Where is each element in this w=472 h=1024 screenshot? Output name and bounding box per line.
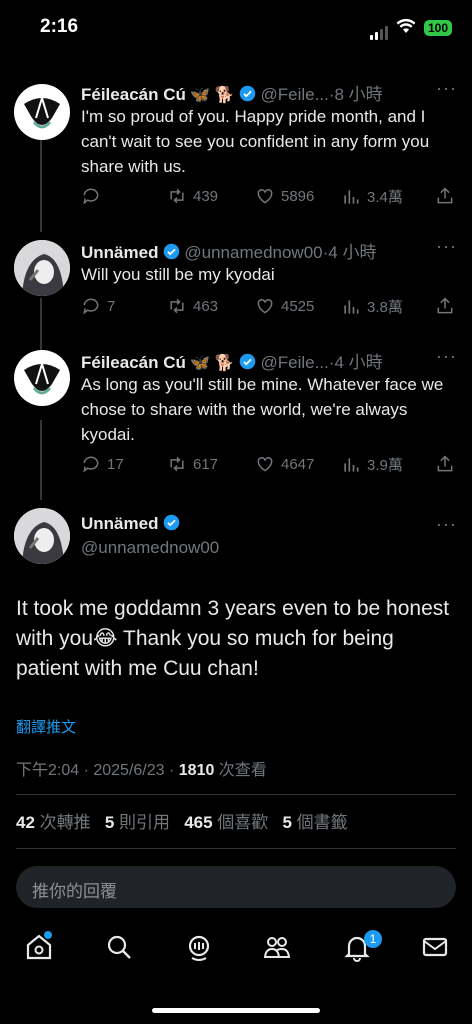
reply-icon [83, 298, 99, 315]
reply-placeholder: 推你的回覆 [32, 882, 117, 901]
name-emojis: 🦋 🐕 [190, 355, 235, 372]
tweet-header: Féileacán Cú 🦋 🐕 @Feile...·8 小時 [81, 80, 451, 105]
translate-link[interactable]: 翻譯推文 [16, 716, 76, 737]
grok-icon[interactable] [184, 932, 214, 962]
display-name[interactable]: Unnämed [81, 243, 158, 262]
reply-button[interactable]: 17 [81, 454, 124, 474]
tweet-time: ·4 小時 [322, 243, 377, 262]
views-button[interactable]: 3.8萬 [341, 296, 403, 317]
retweet-button[interactable]: 463 [167, 296, 218, 316]
more-options-icon[interactable]: ··· [436, 78, 457, 99]
reply-icon [83, 456, 99, 473]
bookmarks-stat[interactable]: 5 個書籤 [282, 813, 347, 832]
tweet-text: Will you still be my kyodai [81, 265, 275, 284]
tweet-header: Féileacán Cú 🦋 🐕 @Feile...·4 小時 [81, 348, 451, 373]
tweet-text: As long as you'll still be mine. Whateve… [81, 375, 444, 444]
main-tweet-text: It took me goddamn 3 years even to be ho… [16, 597, 450, 680]
handle[interactable]: @Feile... [261, 85, 329, 104]
views-button[interactable]: 3.9萬 [341, 454, 403, 475]
avatar[interactable] [14, 240, 70, 296]
views-icon [344, 457, 359, 472]
reply-icon [83, 188, 99, 205]
tweet-time: ·4 小時 [328, 353, 383, 372]
verified-badge-icon [163, 514, 180, 531]
communities-icon[interactable] [262, 932, 292, 962]
engagement-stats: 42 次轉推 5 則引用 465 個喜歡 5 個書籤 [16, 808, 348, 833]
retweet-button[interactable]: 617 [167, 454, 218, 474]
more-options-icon[interactable]: ··· [436, 514, 457, 535]
retweet-button[interactable]: 439 [167, 186, 218, 206]
views-icon [344, 299, 359, 314]
thread-line [40, 298, 42, 350]
likes-stat[interactable]: 465 個喜歡 [184, 813, 268, 832]
verified-badge-icon [239, 353, 256, 370]
reply-button[interactable]: 7 [81, 296, 115, 316]
name-emojis: 🦋 🐕 [190, 87, 235, 104]
share-button[interactable] [435, 454, 455, 474]
views-count: 1810 [178, 762, 215, 779]
avatar[interactable] [14, 84, 70, 140]
heart-icon [257, 188, 273, 204]
retweet-icon [170, 188, 184, 204]
share-icon [437, 297, 453, 314]
handle[interactable]: @unnamednow00 [184, 243, 322, 262]
heart-icon [257, 456, 273, 472]
thread-line [40, 140, 42, 232]
divider [16, 794, 456, 795]
views-button[interactable]: 3.4萬 [341, 186, 403, 207]
tweet-actions: 439 5896 3.4萬 [81, 186, 461, 210]
like-button[interactable]: 5896 [255, 186, 314, 206]
quotes-stat[interactable]: 5 則引用 [105, 813, 170, 832]
status-bar: 2:16 100 [0, 0, 472, 56]
tweet-meta: 下午2:04 · 2025/6/23 · 1810 次查看 [16, 756, 267, 780]
search-icon[interactable] [104, 932, 134, 962]
messages-icon[interactable] [420, 932, 450, 962]
tweet-actions: 17 617 4647 3.9萬 [81, 454, 461, 478]
handle[interactable]: @Feile... [261, 353, 329, 372]
more-options-icon[interactable]: ··· [436, 346, 457, 367]
retweet-icon [170, 456, 184, 472]
like-button[interactable]: 4647 [255, 454, 314, 474]
verified-badge-icon [239, 85, 256, 102]
home-unread-dot [44, 931, 52, 939]
share-icon [437, 187, 453, 204]
thread-line [40, 420, 42, 500]
share-icon [437, 455, 453, 472]
share-button[interactable] [435, 296, 455, 316]
reply-button[interactable] [81, 186, 107, 206]
avatar[interactable] [14, 350, 70, 406]
tweet-header: Unnämed @unnamednow00·4 小時 [81, 238, 451, 263]
main-tweet-author[interactable]: Unnämed [81, 514, 180, 534]
home-indicator [152, 1008, 320, 1013]
battery-indicator: 100 [424, 20, 452, 36]
wifi-icon [396, 18, 416, 33]
retweets-stat[interactable]: 42 次轉推 [16, 813, 91, 832]
tweet-actions: 7 463 4525 3.8萬 [81, 296, 461, 320]
heart-icon [257, 298, 273, 314]
views-label: 次查看 [214, 762, 267, 779]
divider [16, 848, 456, 849]
tweet-text: I'm so proud of you. Happy pride month, … [81, 107, 430, 176]
verified-badge-icon [163, 243, 180, 260]
retweet-icon [170, 298, 184, 314]
display-name[interactable]: Féileacán Cú [81, 85, 186, 104]
views-icon [344, 189, 359, 204]
notification-badge: 1 [364, 930, 382, 948]
share-button[interactable] [435, 186, 455, 206]
like-button[interactable]: 4525 [255, 296, 314, 316]
status-time: 2:16 [40, 16, 79, 37]
tweet-time: ·8 小時 [328, 85, 383, 104]
handle[interactable]: @unnamednow00 [81, 538, 219, 558]
display-name[interactable]: Féileacán Cú [81, 353, 186, 372]
timestamp: 下午2:04 · 2025/6/23 · [16, 762, 179, 779]
signal-icon [370, 22, 390, 40]
more-options-icon[interactable]: ··· [436, 236, 457, 257]
display-name[interactable]: Unnämed [81, 514, 158, 533]
avatar[interactable] [14, 508, 70, 564]
